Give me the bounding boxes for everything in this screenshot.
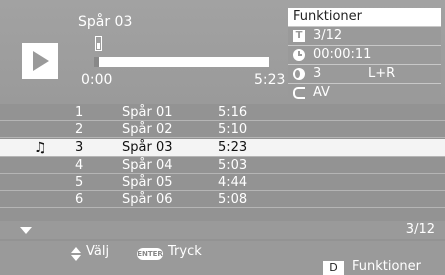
title-row[interactable]: T 3/12	[288, 26, 441, 45]
audio-value: 3	[313, 66, 322, 81]
track-duration: 5:23	[218, 140, 248, 155]
track-name: Spår 06	[122, 192, 173, 207]
page-indicator: 3/12	[405, 222, 435, 237]
current-track-title: Spår 03	[78, 14, 133, 30]
functions-header: Funktioner	[288, 8, 441, 26]
functions-hint: Funktioner	[352, 259, 422, 274]
play-icon[interactable]	[22, 43, 58, 79]
functions-panel: Funktioner T 3/12 00:00:11 3 L+R AV	[288, 8, 441, 102]
up-down-arrows-icon	[71, 247, 81, 261]
track-duration: 5:03	[218, 158, 248, 173]
list-item[interactable]: 2 Spår 02 5:10	[0, 122, 445, 138]
track-duration: 5:16	[218, 105, 248, 120]
list-scroll-row: 3/12	[0, 221, 445, 239]
title-icon: T	[293, 30, 305, 42]
track-number: 1	[75, 105, 84, 120]
press-hint: Tryck	[168, 244, 202, 259]
track-duration: 5:10	[218, 122, 248, 137]
repeat-row[interactable]: AV	[288, 83, 441, 102]
progress-bar[interactable]	[94, 57, 269, 67]
progress-fill	[94, 57, 100, 67]
track-name: Spår 02	[122, 122, 173, 137]
track-number: 3	[75, 140, 84, 155]
d-key-icon: D	[323, 261, 344, 275]
title-value: 3/12	[313, 28, 343, 43]
list-item[interactable]: 4 Spår 04 5:03	[0, 158, 445, 174]
time-value: 00:00:11	[313, 47, 372, 62]
music-note-icon: ♫	[34, 140, 47, 156]
repeat-icon	[293, 87, 305, 99]
now-playing-panel: Spår 03 0:00 5:23 Funktioner T 3/12 00:0…	[0, 0, 445, 104]
time-row[interactable]: 00:00:11	[288, 45, 441, 64]
list-item[interactable]: 1 Spår 01 5:16	[0, 105, 445, 121]
track-name: Spår 01	[122, 105, 173, 120]
progress-thumb[interactable]	[95, 36, 102, 51]
track-number: 2	[75, 122, 84, 137]
audio-icon	[293, 68, 305, 80]
total-time: 5:23	[254, 72, 286, 88]
enter-key-icon: ENTER	[137, 248, 163, 260]
scroll-down-icon[interactable]	[20, 227, 32, 234]
track-number: 4	[75, 158, 84, 173]
list-item[interactable]: 5 Spår 05 4:44	[0, 175, 445, 191]
track-duration: 4:44	[218, 175, 248, 190]
track-name: Spår 05	[122, 175, 173, 190]
track-name: Spår 03	[122, 140, 173, 155]
clock-icon	[293, 49, 305, 61]
elapsed-time: 0:00	[81, 72, 113, 88]
list-item[interactable]: 6 Spår 06 5:08	[0, 192, 445, 208]
audio-channel: L+R	[368, 66, 396, 81]
repeat-value: AV	[313, 85, 330, 100]
audio-row[interactable]: 3 L+R	[288, 64, 441, 83]
track-number: 5	[75, 175, 84, 190]
select-hint: Välj	[86, 244, 110, 259]
track-duration: 5:08	[218, 192, 248, 207]
list-item-selected[interactable]: ♫ 3 Spår 03 5:23	[0, 139, 445, 157]
footer-hints: Välj ENTER Tryck D Funktioner	[0, 241, 445, 275]
track-name: Spår 04	[122, 158, 173, 173]
track-number: 6	[75, 192, 84, 207]
track-list: 1 Spår 01 5:16 2 Spår 02 5:10 ♫ 3 Spår 0…	[0, 105, 445, 220]
